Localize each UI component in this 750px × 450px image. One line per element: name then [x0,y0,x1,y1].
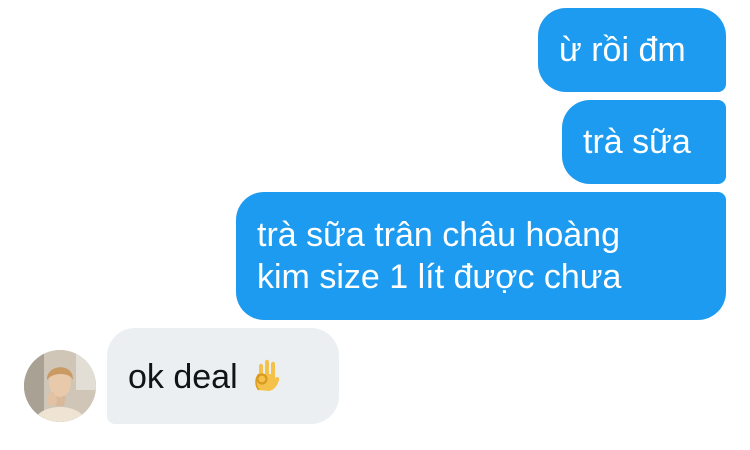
sent-message-bubble[interactable]: trà sữa trân châu hoàng kim size 1 lít đ… [236,192,726,320]
message-text: trà sữa [583,123,691,161]
message-text-line: kim size 1 lít được chưa [257,258,622,296]
avatar[interactable] [24,350,96,422]
message-text: ok deal [128,358,238,396]
message-text-line: trà sữa trân châu hoàng [257,216,620,254]
message-text: ừ rồi đm [559,31,686,69]
sent-message-bubble[interactable]: ừ rồi đm [538,8,726,92]
received-message-bubble[interactable]: ok deal [107,328,339,424]
ok-hand-icon [251,356,283,392]
sent-message-bubble[interactable]: trà sữa [562,100,726,184]
avatar-photo [24,350,96,422]
